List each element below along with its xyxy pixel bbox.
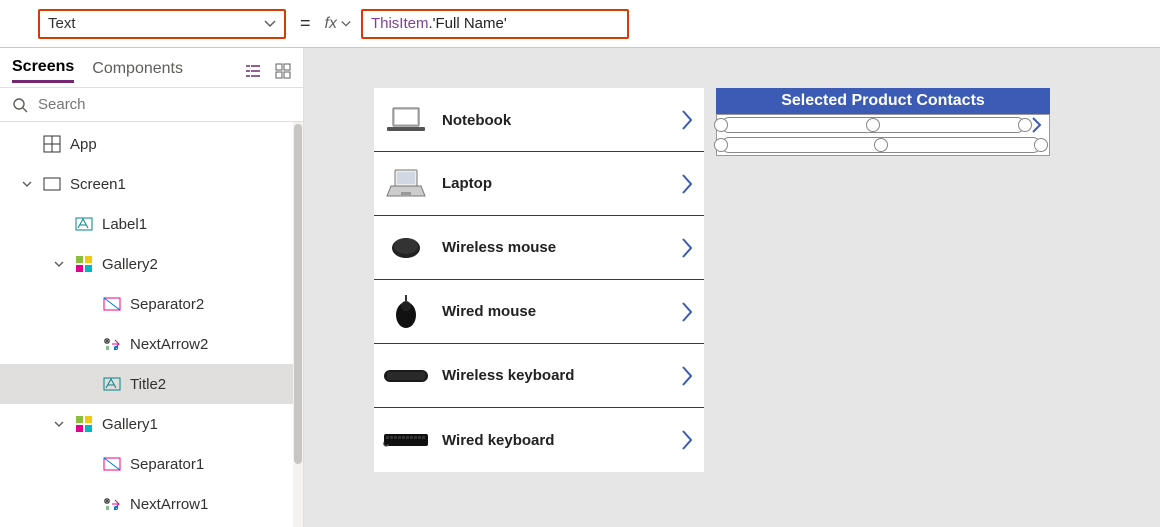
nextarrow-icon — [102, 497, 122, 511]
gallery-title: Wireless mouse — [442, 239, 666, 256]
tree-label: Separator1 — [130, 456, 204, 473]
chevron-down-icon — [264, 18, 276, 30]
gallery-item[interactable]: Wireless mouse — [374, 216, 704, 280]
resize-handle[interactable] — [874, 138, 888, 152]
tree-label: Title2 — [130, 376, 166, 393]
gallery-title: Wired keyboard — [442, 432, 666, 449]
gallery-item[interactable]: Notebook — [374, 88, 704, 152]
gallery-item[interactable]: Wired keyboard — [374, 408, 704, 472]
property-name: Text — [48, 15, 76, 32]
resize-handle[interactable] — [714, 138, 728, 152]
contacts-header-label: Selected Product Contacts — [781, 92, 985, 110]
equals-sign: = — [300, 13, 311, 34]
product-image — [384, 294, 428, 330]
gallery-icon — [74, 255, 94, 273]
tab-screens[interactable]: Screens — [12, 58, 74, 83]
resize-handle[interactable] — [1018, 118, 1032, 132]
search-input[interactable] — [38, 96, 291, 113]
chevron-right-icon[interactable] — [680, 429, 694, 451]
gallery-placeholder-row — [717, 115, 1049, 135]
gallery-title: Notebook — [442, 112, 666, 129]
property-selector[interactable]: Text — [38, 9, 286, 39]
tree-node-gallery2[interactable]: Gallery2 — [0, 244, 303, 284]
tree-label: Gallery2 — [102, 256, 158, 273]
gallery-placeholder-row — [717, 135, 1049, 155]
tree-outline-icon[interactable] — [245, 63, 261, 79]
tree-node-nextarrow2[interactable]: NextArrow2 — [0, 324, 303, 364]
title-placeholder[interactable] — [721, 137, 1041, 153]
caret-down-icon[interactable] — [52, 259, 66, 269]
product-image — [384, 230, 428, 266]
title-placeholder[interactable] — [721, 117, 1025, 133]
right-column: Selected Product Contacts — [716, 88, 1050, 472]
tree-node-separator1[interactable]: Separator1 — [0, 444, 303, 484]
main-area: Screens Components App — [0, 48, 1160, 527]
scrollbar-thumb[interactable] — [294, 124, 302, 464]
tree-scrollbar[interactable] — [293, 122, 303, 527]
panel-tabs: Screens Components — [0, 48, 303, 87]
separator-icon — [102, 297, 122, 311]
canvas[interactable]: Notebook Laptop Wireless mouse — [304, 48, 1160, 527]
chevron-right-icon[interactable] — [680, 301, 694, 323]
chevron-right-icon[interactable] — [680, 173, 694, 195]
tree-node-app[interactable]: App — [0, 124, 303, 164]
screen-icon — [42, 177, 62, 191]
product-image — [384, 422, 428, 458]
search-icon — [12, 97, 28, 113]
tree-node-screen1[interactable]: Screen1 — [0, 164, 303, 204]
tree-node-label1[interactable]: Label1 — [0, 204, 303, 244]
formula-input[interactable]: ThisItem.'Full Name' — [361, 9, 629, 39]
tree-label: NextArrow2 — [130, 336, 208, 353]
chevron-right-icon[interactable] — [680, 237, 694, 259]
grid-view-icon[interactable] — [275, 63, 291, 79]
product-gallery[interactable]: Notebook Laptop Wireless mouse — [374, 88, 704, 472]
chevron-right-icon[interactable] — [1031, 116, 1043, 134]
tree-node-title2[interactable]: Title2 — [0, 364, 303, 404]
resize-handle[interactable] — [866, 118, 880, 132]
product-image — [384, 166, 428, 202]
gallery-title: Wireless keyboard — [442, 367, 666, 384]
tree-panel: Screens Components App — [0, 48, 304, 527]
tree-node-separator2[interactable]: Separator2 — [0, 284, 303, 324]
gallery-title: Laptop — [442, 175, 666, 192]
label-icon — [102, 377, 122, 391]
caret-down-icon[interactable] — [52, 419, 66, 429]
formula-bar: Text = fx ThisItem.'Full Name' — [0, 0, 1160, 48]
gallery-item[interactable]: Wireless keyboard — [374, 344, 704, 408]
separator-icon — [102, 457, 122, 471]
resize-handle[interactable] — [714, 118, 728, 132]
fx-button[interactable]: fx — [325, 15, 351, 33]
product-image — [384, 358, 428, 394]
formula-rest: .'Full Name' — [428, 15, 506, 32]
fx-label: fx — [325, 15, 337, 33]
caret-down-icon[interactable] — [20, 179, 34, 189]
gallery-item[interactable]: Laptop — [374, 152, 704, 216]
gallery-item[interactable]: Wired mouse — [374, 280, 704, 344]
label-icon — [74, 217, 94, 231]
tab-components[interactable]: Components — [92, 60, 183, 82]
tree-view: App Screen1 Label1 — [0, 122, 303, 527]
tree-label: NextArrow1 — [130, 496, 208, 513]
app-icon — [42, 135, 62, 153]
tree-label: Gallery1 — [102, 416, 158, 433]
contacts-header: Selected Product Contacts — [716, 88, 1050, 114]
tree-node-gallery1[interactable]: Gallery1 — [0, 404, 303, 444]
chevron-down-icon — [341, 19, 351, 29]
formula-object: ThisItem — [371, 15, 429, 32]
chevron-right-icon[interactable] — [680, 365, 694, 387]
search-row — [0, 87, 303, 122]
nextarrow-icon — [102, 337, 122, 351]
tree-label: App — [70, 136, 97, 153]
tree-label: Screen1 — [70, 176, 126, 193]
tree-label: Label1 — [102, 216, 147, 233]
product-image — [384, 102, 428, 138]
gallery-icon — [74, 415, 94, 433]
tree-node-nextarrow1[interactable]: NextArrow1 — [0, 484, 303, 524]
tree-label: Separator2 — [130, 296, 204, 313]
app-surface: Notebook Laptop Wireless mouse — [374, 88, 1160, 472]
chevron-right-icon[interactable] — [680, 109, 694, 131]
contacts-gallery[interactable] — [716, 114, 1050, 156]
gallery-title: Wired mouse — [442, 303, 666, 320]
resize-handle[interactable] — [1034, 138, 1048, 152]
